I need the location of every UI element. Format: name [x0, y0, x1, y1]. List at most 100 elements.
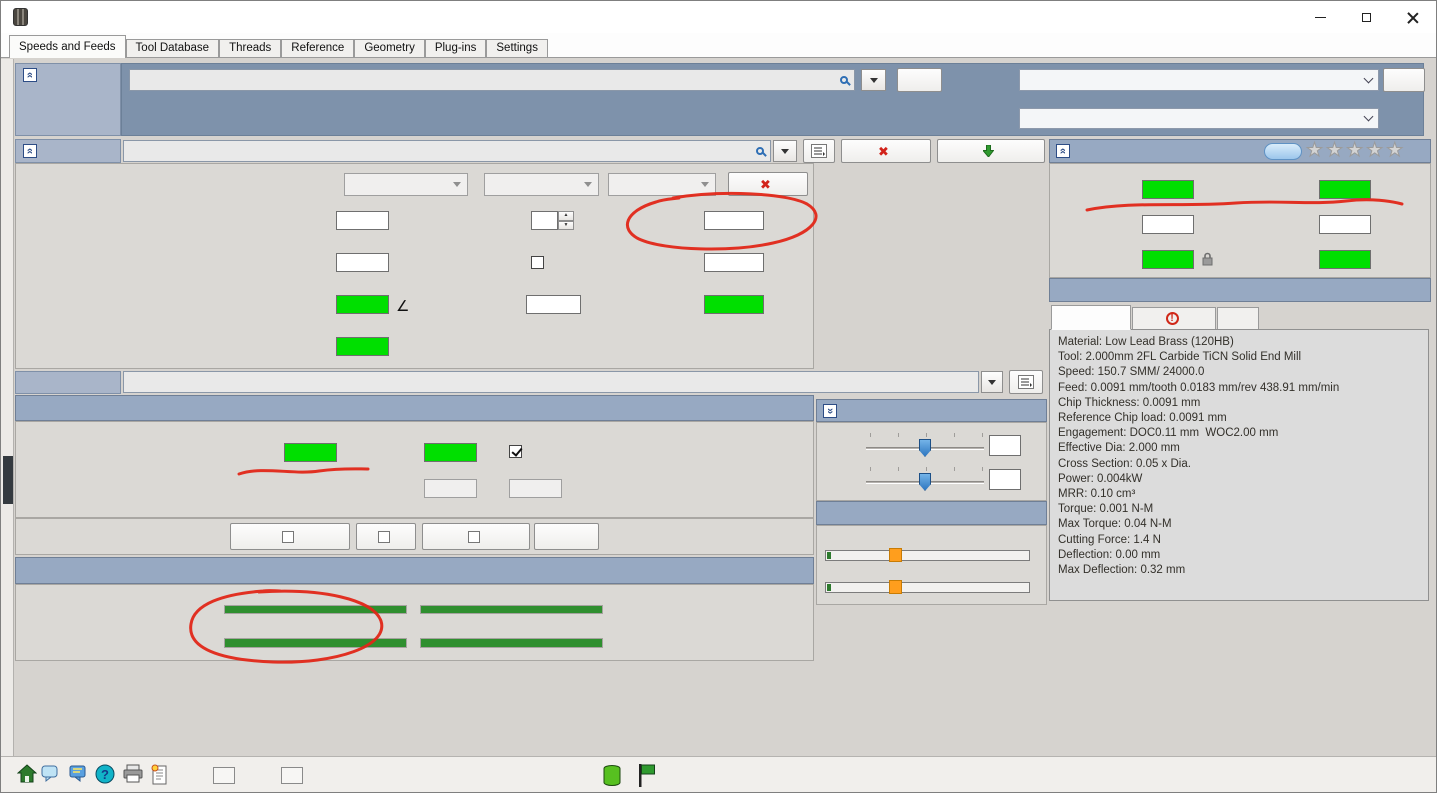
main-tab[interactable]: Geometry	[354, 39, 425, 57]
database-icon[interactable]	[601, 764, 623, 786]
chevron-down-icon: »	[825, 408, 835, 414]
result-units-value[interactable]	[281, 767, 303, 784]
scallop-button[interactable]	[534, 523, 599, 550]
tool-list-button[interactable]	[803, 139, 835, 163]
shoulder-len-field[interactable]	[336, 337, 389, 356]
load-tool-cut-button[interactable]	[937, 139, 1045, 163]
collapsed-side-panel[interactable]	[1, 59, 14, 756]
material-dropdown-button[interactable]	[861, 69, 886, 91]
main-tab[interactable]: Settings	[486, 39, 548, 57]
main-tabs: Speeds and FeedsTool DatabaseThreadsRefe…	[1, 33, 1437, 58]
tool-type-select[interactable]	[344, 173, 468, 196]
saved-cut-dropdown-button[interactable]	[981, 371, 1003, 393]
plunge-feed-field[interactable]	[1319, 250, 1371, 269]
report-icon[interactable]	[151, 764, 168, 785]
edit-new-button[interactable]: ✖	[841, 139, 931, 163]
reset-button[interactable]: ✖	[728, 172, 808, 196]
slot-pocket-checkbox[interactable]	[509, 445, 522, 458]
tool-life-gauge-bar	[224, 638, 407, 648]
tool-grid-icon	[811, 144, 827, 158]
woc-field[interactable]	[424, 443, 477, 462]
print-icon[interactable]	[123, 764, 143, 783]
tab-cutting-data[interactable]	[1051, 305, 1131, 330]
more-button[interactable]	[897, 68, 942, 92]
star-icon[interactable]: ★	[1306, 141, 1323, 161]
chevron-down-icon	[1364, 112, 1374, 122]
tab-warnings[interactable]	[1132, 307, 1216, 330]
angle-icon: ∠	[396, 297, 409, 315]
cutting-data-line: Engagement: DOC0.11 mm WOC2.00 mm	[1058, 426, 1420, 441]
saved-cut-combo[interactable]	[123, 371, 979, 393]
feed-field[interactable]	[1319, 180, 1371, 199]
lead-angle-field[interactable]	[336, 295, 389, 314]
limits-header	[816, 501, 1047, 525]
chip-thinning-button[interactable]	[230, 523, 350, 550]
chevron-down-icon	[870, 78, 878, 83]
machine-select[interactable]	[1019, 69, 1379, 91]
forum-icon[interactable]	[41, 764, 63, 783]
tool-material-select[interactable]	[484, 173, 599, 196]
stepper-up-icon[interactable]: ▲	[558, 211, 574, 221]
collapse-tool-data-button[interactable]: »	[23, 144, 37, 158]
main-tab[interactable]: Speeds and Feeds	[9, 35, 126, 58]
deflection-slider-thumb[interactable]	[889, 548, 902, 562]
rating-stars[interactable]: ★★★★★	[1306, 141, 1403, 161]
tool-combo[interactable]	[123, 140, 771, 162]
lock-icon[interactable]	[1201, 251, 1214, 267]
saved-cut-list-button[interactable]	[1009, 370, 1043, 394]
maximize-button[interactable]	[1343, 1, 1389, 33]
doc-field[interactable]	[284, 443, 337, 462]
star-icon[interactable]: ★	[1326, 141, 1343, 161]
minimize-button[interactable]	[1297, 1, 1343, 33]
cut-grid-icon	[1018, 375, 1034, 389]
collapse-adjustments-button[interactable]: »	[823, 404, 837, 418]
lead-in-field[interactable]	[509, 479, 562, 498]
warning-icon	[1166, 312, 1179, 325]
flute-len-field[interactable]	[704, 253, 764, 272]
tab-tool[interactable]	[1217, 307, 1259, 330]
star-icon[interactable]: ★	[1346, 141, 1363, 161]
edit-machine-button[interactable]	[1383, 68, 1425, 92]
tool-library-select[interactable]	[1019, 108, 1379, 129]
flag-icon[interactable]	[637, 764, 655, 787]
plunge-rpm-field[interactable]	[1142, 250, 1194, 269]
collapse-speeds-button[interactable]: »	[1056, 144, 1070, 158]
tip-dia-field[interactable]	[336, 211, 389, 230]
helix-angle-field[interactable]	[704, 295, 764, 314]
tool-dropdown-button[interactable]	[773, 140, 797, 162]
feedback-icon[interactable]	[69, 764, 88, 783]
tool-torque-slider-thumb[interactable]	[889, 580, 902, 594]
chipload-field[interactable]	[1319, 215, 1371, 234]
cut-data-body	[15, 421, 814, 518]
chevron-down-icon	[701, 182, 709, 187]
ball-nose-checkbox[interactable]	[531, 256, 544, 269]
star-icon[interactable]: ★	[1366, 141, 1383, 161]
corner-rad-field[interactable]	[336, 253, 389, 272]
flutes-stepper[interactable]: ▲▼	[558, 211, 574, 230]
main-tab[interactable]: Reference	[281, 39, 354, 57]
main-tab[interactable]: Tool Database	[126, 39, 220, 57]
input-units-value[interactable]	[213, 767, 235, 784]
s-value-field[interactable]	[989, 435, 1021, 456]
home-icon[interactable]	[17, 764, 37, 784]
flutes-field[interactable]	[531, 211, 558, 230]
material-combo[interactable]	[129, 69, 855, 91]
close-button[interactable]	[1389, 1, 1435, 33]
collapse-workpiece-button[interactable]: »	[23, 68, 37, 82]
help-icon[interactable]: ?	[95, 764, 115, 784]
star-icon[interactable]: ★	[1386, 141, 1403, 161]
rpm-field[interactable]	[1142, 180, 1194, 199]
hsm-button[interactable]	[356, 523, 416, 550]
f-value-field[interactable]	[989, 469, 1021, 490]
shank-dia-field[interactable]	[526, 295, 581, 314]
cut-badge[interactable]	[1264, 143, 1302, 160]
woc-percent-field[interactable]	[424, 479, 477, 498]
speed-field[interactable]	[1142, 215, 1194, 234]
circle-ramp-button[interactable]	[422, 523, 530, 550]
main-tab[interactable]: Threads	[219, 39, 281, 57]
main-tab[interactable]: Plug-ins	[425, 39, 487, 57]
stepper-down-icon[interactable]: ▼	[558, 221, 574, 231]
cutting-data-line: Max Torque: 0.04 N-M	[1058, 517, 1420, 532]
coating-select[interactable]	[608, 173, 716, 196]
stickout-field[interactable]	[704, 211, 764, 230]
